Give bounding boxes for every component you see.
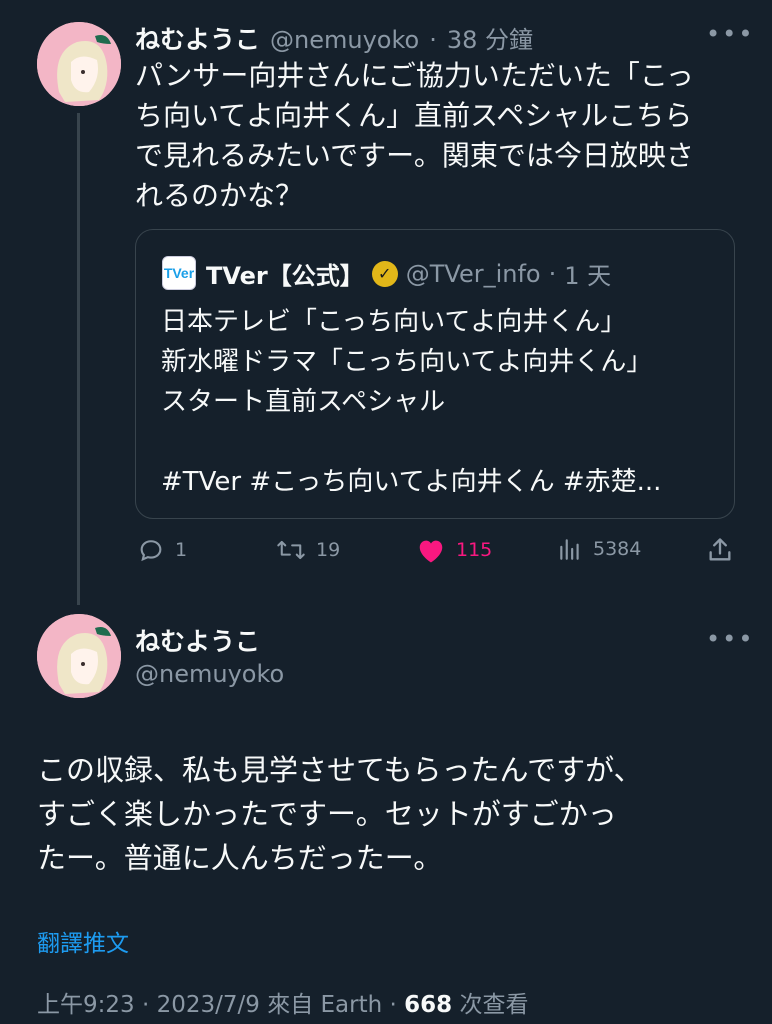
quoted-tweet-text: 日本テレビ「こっち向いてよ向井くん」 新水曜ドラマ「こっち向いてよ向井くん」 ス… <box>161 307 662 497</box>
views-button[interactable]: 5384 <box>557 536 641 562</box>
thread-connector-line <box>77 113 80 605</box>
translate-tweet-link[interactable]: 翻譯推文 <box>37 924 129 958</box>
share-icon <box>709 538 731 561</box>
share-button[interactable] <box>706 536 734 564</box>
display-name[interactable]: ねむようこ <box>135 622 260 658</box>
reply-count: 1 <box>175 539 188 561</box>
retweet-count: 19 <box>316 539 341 561</box>
dot-separator: · <box>548 259 557 288</box>
tweet-metadata: 上午9:23 · 2023/7/9 來自 Earth · 668 次查看 <box>37 985 528 1019</box>
views-count: 5384 <box>593 538 642 560</box>
more-icon[interactable]: ••• <box>706 20 754 48</box>
tweet-text: この収録、私も見学させてもらったんですが、 すごく楽しかったですー。セットがすご… <box>37 753 643 875</box>
verified-badge-icon: ✓ <box>371 260 398 287</box>
like-button[interactable]: 115 <box>416 536 492 564</box>
user-handle[interactable]: @nemuyoko <box>135 660 284 688</box>
tver-logo-avatar[interactable]: TVer <box>162 256 196 290</box>
views-count[interactable]: 668 <box>404 992 452 1018</box>
reply-button[interactable]: 1 <box>137 536 187 564</box>
retweet-icon <box>277 540 305 560</box>
dot-separator: · <box>429 26 437 54</box>
tweet-text: パンサー向井さんにご協力いただいた「こっ ち向いてよ向井くん」直前スペシャルこち… <box>135 59 694 212</box>
views-icon <box>560 539 579 560</box>
quoted-tweet-card[interactable]: TVer TVer【公式】 ✓ @TVer_info · 1 天 日本テレビ「こ… <box>135 229 735 519</box>
like-count: 115 <box>456 539 493 561</box>
timestamp-and-source[interactable]: 上午9:23 · 2023/7/9 來自 Earth · <box>37 992 404 1018</box>
retweet-button[interactable]: 19 <box>276 536 340 564</box>
quoted-user-handle[interactable]: @TVer_info <box>406 260 541 288</box>
timestamp[interactable]: 38 分鐘 <box>447 20 533 55</box>
user-handle[interactable]: @nemuyoko <box>270 26 419 54</box>
avatar[interactable] <box>37 614 121 698</box>
more-icon[interactable]: ••• <box>706 625 754 653</box>
display-name[interactable]: ねむようこ <box>135 20 260 56</box>
views-label: 次查看 <box>452 992 529 1018</box>
avatar[interactable] <box>37 22 121 106</box>
quoted-display-name[interactable]: TVer【公式】 <box>206 256 364 291</box>
heart-icon <box>419 540 443 563</box>
reply-icon <box>140 540 162 562</box>
quoted-timestamp[interactable]: 1 天 <box>564 256 611 291</box>
